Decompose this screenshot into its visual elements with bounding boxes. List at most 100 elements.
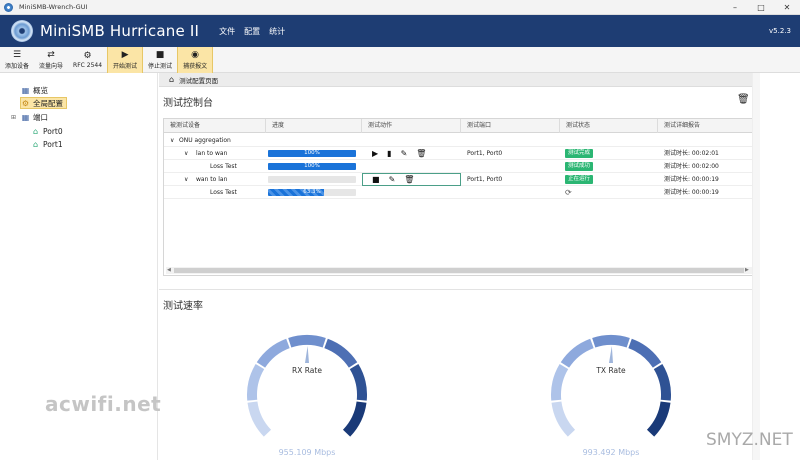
section-divider xyxy=(159,289,760,290)
gauge-segment xyxy=(592,335,630,348)
play-icon: ▶ xyxy=(121,50,129,60)
table-row[interactable]: Loss Test 100% 测试成功 测试时长: 00:02:00 xyxy=(164,160,754,173)
table-row[interactable]: Loss Test 63.3% ⟳ 测试时长: 00:00:19 xyxy=(164,186,754,199)
add-device-button[interactable]: ☰ 添加设备 xyxy=(0,47,34,73)
maximize-button[interactable]: □ xyxy=(748,0,774,15)
row-report: 测试时长: 00:00:19 xyxy=(664,176,719,183)
gauge-value: 955.109 Mbps xyxy=(279,448,336,457)
collapse-icon[interactable]: ∨ xyxy=(184,173,188,186)
control-panel-title: 测试控制台 xyxy=(163,98,213,109)
row-name: Loss Test xyxy=(210,163,237,170)
speed-gauge: TX Rate 993.492 Mbps xyxy=(551,335,671,457)
scrollbar-thumb[interactable] xyxy=(174,268,744,273)
table-row[interactable]: ∨ wan to lan ■ ✎ 🗑 Port1, Port0 正在运行 测试时… xyxy=(164,173,754,186)
port-icon: ⌂ xyxy=(32,139,39,149)
scroll-left-icon[interactable]: ◀ xyxy=(167,267,171,273)
play-icon[interactable]: ▶ xyxy=(372,149,378,158)
vertical-scrollbar[interactable] xyxy=(752,73,760,460)
home-icon[interactable]: ⌂ xyxy=(169,75,174,84)
trash-icon[interactable]: 🗑 xyxy=(416,149,426,158)
trash-icon[interactable]: 🗑 xyxy=(737,94,750,105)
sidebar-item-global-config[interactable]: ⚙ 全局配置 xyxy=(20,97,67,109)
collapse-icon[interactable]: ∨ xyxy=(170,134,174,147)
toolbar: ☰ 添加设备 ⇄ 流量向导 ⚙ RFC 2544 ▶ 开始测试 ■ 停止测试 ◉… xyxy=(0,47,800,73)
row-name: Loss Test xyxy=(210,189,237,196)
expand-icon[interactable]: ⊞ xyxy=(9,113,18,122)
watermark-smyz: SMYZ.NET xyxy=(706,430,793,450)
app-icon xyxy=(4,2,13,12)
speed-gauges: RX Rate 955.109 Mbps TX Rate 993.492 Mbps xyxy=(247,335,671,457)
port-icon: ⌂ xyxy=(32,126,39,136)
main-content: ⌂ 测试配置页面 测试控制台 🗑 被测试设备 进度 测试动作 测试端口 测试状态… xyxy=(159,73,760,460)
gauge-needle xyxy=(609,346,613,363)
shuffle-icon: ⇄ xyxy=(47,50,55,60)
row-report: 测试时长: 00:00:19 xyxy=(664,189,719,196)
progress-bar: 100% xyxy=(268,163,356,170)
gauge-segment xyxy=(628,338,662,368)
gauge-segment xyxy=(653,363,671,401)
hurricane-logo-icon xyxy=(11,20,33,42)
horizontal-scrollbar[interactable]: ◀ ▶ xyxy=(166,267,752,274)
window-titlebar: MiniSMB-Wrench-GUI – □ ✕ xyxy=(0,0,800,15)
gauge-value: 993.492 Mbps xyxy=(583,448,640,457)
gauge-segment xyxy=(551,363,569,401)
gauge-segment xyxy=(324,338,358,368)
file-icon[interactable]: ▮ xyxy=(387,149,391,158)
progress-bar xyxy=(268,176,356,183)
version-label: v5.2.3 xyxy=(769,27,791,35)
sidebar-item-port0[interactable]: ⌂ Port0 xyxy=(31,125,63,137)
edit-icon[interactable]: ✎ xyxy=(401,149,408,158)
row-report: 测试时长: 00:02:00 xyxy=(664,163,719,170)
progress-bar: 100% xyxy=(268,150,356,157)
gauge-needle xyxy=(305,346,309,363)
row-name: ONU aggregation xyxy=(179,137,231,144)
minimize-button[interactable]: – xyxy=(722,0,748,15)
gauge-segment xyxy=(247,401,272,437)
collapse-icon[interactable]: ∨ xyxy=(184,147,188,160)
eye-icon: ◉ xyxy=(191,50,199,60)
stop-test-button[interactable]: ■ 停止测试 xyxy=(143,47,177,73)
breadcrumb-label: 测试配置页面 xyxy=(179,76,219,85)
server-icon: ☰ xyxy=(12,50,22,60)
sidebar-item-port1[interactable]: ⌂ Port1 xyxy=(31,138,63,150)
rfc2544-button[interactable]: ⚙ RFC 2544 xyxy=(68,47,107,73)
row-actions: ▶ ▮ ✎ 🗑 xyxy=(372,147,426,160)
row-port: Port1, Port0 xyxy=(467,176,503,183)
col-progress[interactable]: 进度 xyxy=(266,119,362,133)
start-test-button[interactable]: ▶ 开始测试 xyxy=(107,47,144,73)
breadcrumb: ⌂ 测试配置页面 xyxy=(159,73,760,87)
loading-spinner-icon: ⟳ xyxy=(565,188,572,197)
app-header: MiniSMB Hurricane II 文件 配置 统计 v5.2.3 xyxy=(0,15,800,47)
grid-icon: ▦ xyxy=(21,85,30,95)
gauge-segment xyxy=(342,401,367,437)
menu-file[interactable]: 文件 xyxy=(219,26,235,37)
status-badge: 测试成功 xyxy=(565,162,594,171)
network-icon: ⚙ xyxy=(83,51,92,61)
window-controls: – □ ✕ xyxy=(722,0,800,15)
menu-stats[interactable]: 统计 xyxy=(269,26,285,37)
status-badge: 测试完成 xyxy=(565,149,594,158)
traffic-wizard-button[interactable]: ⇄ 流量向导 xyxy=(34,47,68,73)
table-row[interactable]: ∨ lan to wan 100% ▶ ▮ ✎ 🗑 Port1, Port0 测… xyxy=(164,147,754,160)
menu-config[interactable]: 配置 xyxy=(244,26,260,37)
row-report: 测试时长: 00:02:01 xyxy=(664,150,719,157)
gauge-label: RX Rate xyxy=(292,366,322,375)
col-port[interactable]: 测试端口 xyxy=(461,119,560,133)
app-title: MiniSMB Hurricane II xyxy=(40,22,200,40)
capture-packets-button[interactable]: ◉ 捕获报文 xyxy=(177,47,214,73)
stop-icon[interactable]: ■ xyxy=(372,175,380,184)
scroll-right-icon[interactable]: ▶ xyxy=(745,267,749,273)
col-report[interactable]: 测试详细报告 xyxy=(658,119,754,133)
table-row[interactable]: ∨ ONU aggregation xyxy=(164,134,754,147)
col-action[interactable]: 测试动作 xyxy=(362,119,461,133)
gauge-segment xyxy=(349,363,367,401)
menu-bar: 文件 配置 统计 xyxy=(219,26,285,37)
col-device[interactable]: 被测试设备 xyxy=(164,119,266,133)
col-status[interactable]: 测试状态 xyxy=(560,119,658,133)
edit-icon[interactable]: ✎ xyxy=(389,175,396,184)
trash-icon[interactable]: 🗑 xyxy=(404,175,414,184)
sidebar-item-ports[interactable]: ⊞ ▦ 端口 xyxy=(9,111,48,123)
progress-label: 100% xyxy=(304,163,320,169)
close-button[interactable]: ✕ xyxy=(774,0,800,15)
sidebar-item-overview[interactable]: ▦ 概览 xyxy=(21,84,48,96)
